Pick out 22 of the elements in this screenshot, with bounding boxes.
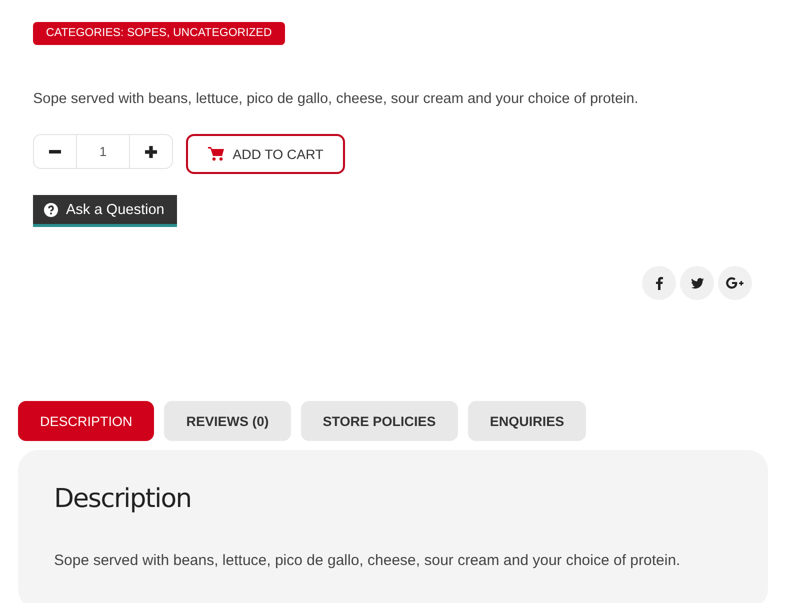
plus-icon	[145, 146, 157, 158]
google-plus-button[interactable]	[718, 266, 752, 300]
twitter-button[interactable]	[680, 266, 714, 300]
tab[interactable]: STORE POLICIES	[300, 401, 458, 441]
ask-question-button[interactable]: Ask a Question	[33, 195, 177, 227]
minus-icon	[49, 150, 61, 154]
panel-text: Sope served with beans, lettuce, pico de gallo, cheese, sour cream and your choice of protein.	[54, 552, 682, 569]
bird-icon	[690, 278, 704, 288]
google-plus-icon	[726, 277, 744, 289]
panel-heading: Description	[54, 484, 192, 514]
quantity-field[interactable]: 1	[76, 135, 130, 168]
tab[interactable]: REVIEWS (0)	[164, 401, 291, 441]
question-icon	[44, 202, 58, 216]
cart-icon	[208, 147, 224, 161]
quantity-stepper[interactable]: 1	[33, 134, 173, 169]
facebook-icon	[656, 276, 662, 290]
tab[interactable]: DESCRIPTION	[18, 401, 154, 441]
categories-badge[interactable]: CATEGORIES: SOPES, UNCATEGORIZED	[33, 22, 285, 45]
product-summary: Sope served with beans, lettuce, pico de gallo, cheese, sour cream and your choice of protein.	[33, 91, 640, 107]
add-to-cart-button[interactable]: ADD TO CART	[186, 134, 345, 174]
tab[interactable]: ENQUIRIES	[468, 401, 586, 441]
facebook-button[interactable]	[642, 266, 676, 300]
